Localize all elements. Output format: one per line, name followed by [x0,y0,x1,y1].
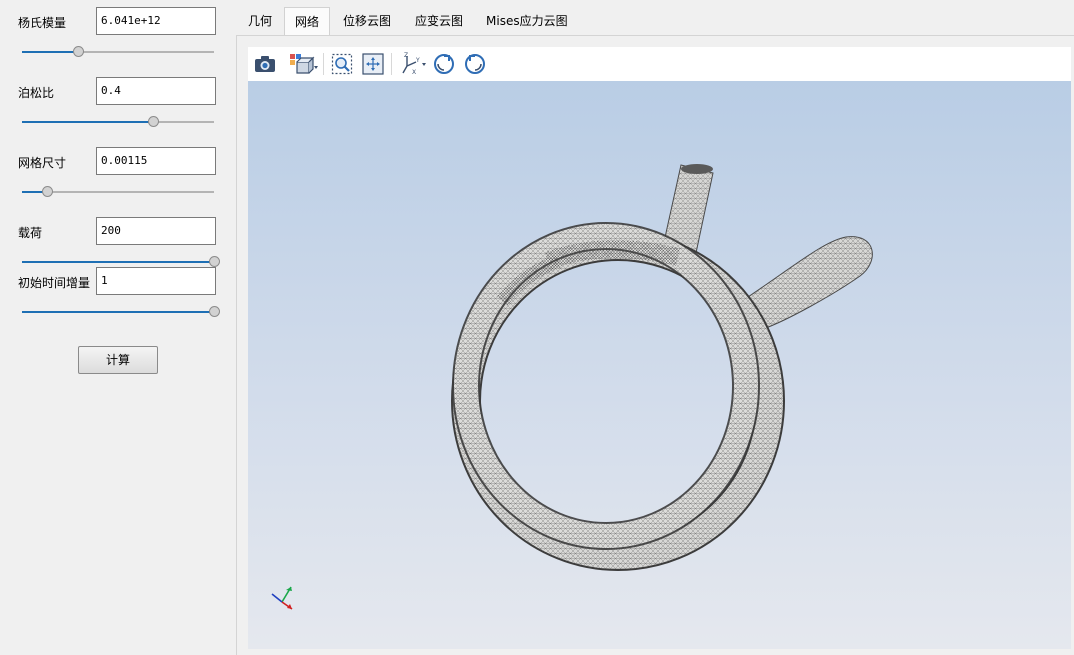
slider-fill [22,51,78,53]
toolbar-separator [391,53,392,75]
load-label: 载荷 [18,226,43,240]
poisson-ratio-slider[interactable] [22,116,214,128]
initial-time-increment-label: 初始时间增量 [18,276,91,290]
view-cube-icon[interactable] [289,52,319,76]
viewer-toolbar: ZYX [248,47,1071,81]
tab-mesh[interactable]: 网络 [284,7,331,35]
poisson-ratio-input[interactable]: 0.4 [96,77,216,105]
mesh-size-input[interactable]: 0.00115 [96,147,216,175]
panel-divider [236,36,237,655]
mesh-size-slider[interactable] [22,186,214,198]
parameter-panel: 杨氏模量 6.041e+12 泊松比 0.4 网格尺寸 0.00115 载荷 2… [0,0,236,655]
axes-orientation-icon[interactable]: ZYX [398,52,428,76]
slider-fill [22,311,214,313]
rotate-cw-icon[interactable] [432,52,456,76]
slider-handle[interactable] [41,186,53,197]
slider-handle[interactable] [72,46,84,57]
rotate-ccw-icon[interactable] [463,52,487,76]
toolbar-separator [323,53,324,75]
initial-time-increment-input[interactable]: 1 [96,267,216,295]
slider-handle[interactable] [209,306,220,317]
mesh-coil [451,222,785,571]
youngs-modulus-input[interactable]: 6.041e+12 [96,7,216,35]
tab-geometry[interactable]: 几何 [238,7,282,35]
calculate-button[interactable]: 计算 [78,346,158,374]
load-input[interactable]: 200 [96,217,216,245]
youngs-modulus-slider[interactable] [22,46,214,58]
svg-text:X: X [412,69,416,76]
tab-strain-contour[interactable]: 应变云图 [405,7,473,35]
slider-handle[interactable] [147,116,159,127]
svg-text:Y: Y [415,57,420,64]
svg-text:Z: Z [404,52,408,59]
zoom-box-icon[interactable] [330,52,354,76]
camera-icon[interactable] [253,52,277,76]
tab-displacement-contour[interactable]: 位移云图 [333,7,401,35]
slider-fill [22,121,153,123]
axis-triad-icon [271,586,293,610]
youngs-modulus-label: 杨氏模量 [18,16,67,30]
spring-clamp-mesh-model [271,164,873,610]
tab-mises-stress-contour[interactable]: Mises应力云图 [476,7,578,35]
slider-handle[interactable] [209,256,220,267]
poisson-ratio-label: 泊松比 [18,86,55,100]
initial-time-increment-slider[interactable] [22,306,220,318]
fit-all-icon[interactable] [361,52,385,76]
tab-bar-border [236,35,1074,36]
mesh-size-label: 网格尺寸 [18,156,67,170]
slider-fill [22,261,214,263]
mesh-viewport[interactable] [248,81,1071,649]
